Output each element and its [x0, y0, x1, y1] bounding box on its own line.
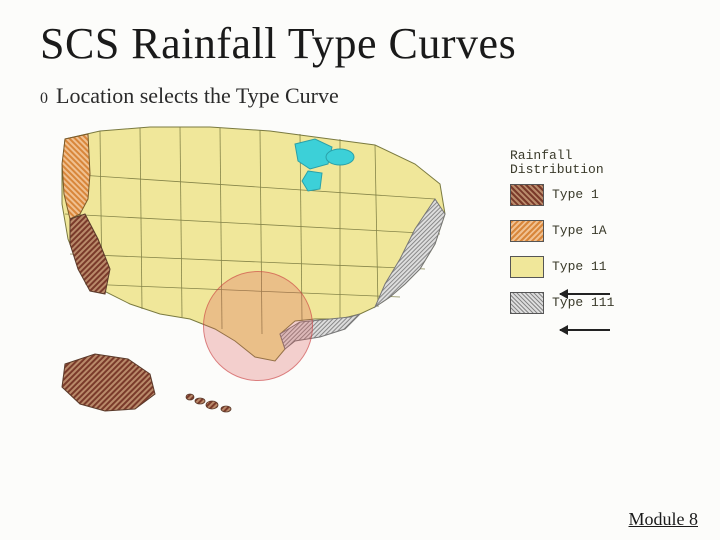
legend-item-type1a: Type 1A: [510, 220, 660, 242]
legend-item-type2: Type 11: [510, 256, 660, 278]
legend-heading-2: Distribution: [510, 162, 604, 177]
swatch-type1a: [510, 220, 544, 242]
footer-module: Module 8: [629, 509, 699, 530]
bullet-text: Location selects the Type Curve: [56, 83, 339, 109]
legend-label: Type 1A: [552, 223, 607, 238]
swatch-type3: [510, 292, 544, 314]
map-container: Rainfall Distribution Type 1 Type 1A Typ…: [40, 119, 560, 429]
swatch-type2: [510, 256, 544, 278]
legend-item-type1: Type 1: [510, 184, 660, 206]
legend: Rainfall Distribution Type 1 Type 1A Typ…: [510, 149, 660, 328]
legend-title: Rainfall Distribution: [510, 149, 660, 178]
arrow-type3: [560, 329, 610, 331]
slide-title: SCS Rainfall Type Curves: [40, 18, 680, 69]
alaska: [62, 354, 155, 411]
arrow-type2: [560, 293, 610, 295]
swatch-type1: [510, 184, 544, 206]
bullet-row: 0 Location selects the Type Curve: [40, 83, 680, 109]
hawaii: [186, 394, 231, 412]
legend-label: Type 11: [552, 259, 607, 274]
highlight-circle: [203, 271, 313, 381]
bullet-marker: 0: [40, 90, 48, 108]
legend-heading-1: Rainfall: [510, 148, 572, 163]
legend-label: Type 1: [552, 187, 599, 202]
slide: SCS Rainfall Type Curves 0 Location sele…: [0, 0, 720, 540]
